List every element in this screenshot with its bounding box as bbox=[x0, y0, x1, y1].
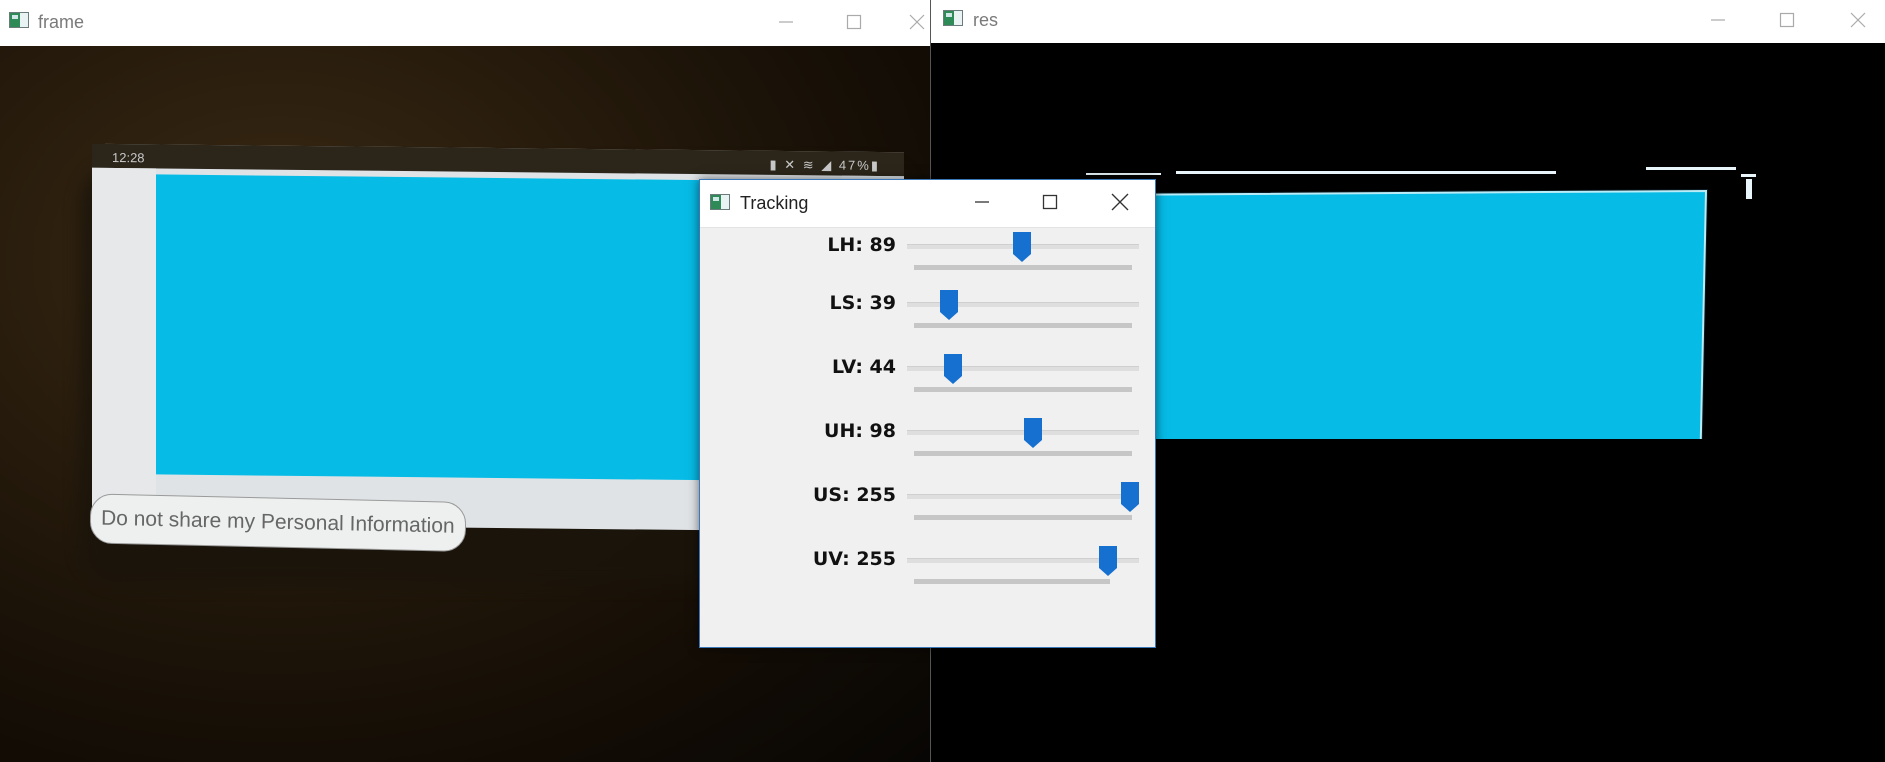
app-window-icon bbox=[9, 12, 29, 28]
trackbar-thumb[interactable] bbox=[1024, 418, 1043, 448]
close-icon[interactable] bbox=[1100, 184, 1140, 220]
trackbar-scale bbox=[914, 515, 1132, 520]
do-not-share-banner: Do not share my Personal Information bbox=[89, 493, 466, 552]
phone-time: 12:28 bbox=[112, 149, 145, 166]
trackbar-label: LS: 39 bbox=[829, 292, 896, 314]
phone-status-bar: 12:28 ▮ ✕ ≋ ◢ 47%▮ bbox=[92, 143, 904, 177]
trackbar-row: LV: 44 bbox=[700, 348, 1155, 412]
res-titlebar[interactable]: res bbox=[931, 0, 1885, 43]
phone-status-icons: ▮ ✕ ≋ ◢ 47%▮ bbox=[769, 156, 880, 174]
trackbar-label: UH: 98 bbox=[824, 420, 896, 442]
tracking-titlebar[interactable]: Tracking bbox=[700, 180, 1155, 228]
maximize-icon[interactable] bbox=[1030, 184, 1070, 220]
window-title: res bbox=[973, 10, 999, 30]
app-window-icon bbox=[943, 10, 963, 26]
window-title: Tracking bbox=[740, 193, 809, 213]
trackbar-track[interactable] bbox=[907, 430, 1139, 435]
minimize-icon[interactable] bbox=[962, 184, 1002, 220]
tracking-window[interactable]: Tracking LH: 89 LS: 39 LV: 44 UH: 98 US: 255… bbox=[699, 179, 1156, 648]
trackbar-row: UH: 98 bbox=[700, 412, 1155, 476]
trackbar-track[interactable] bbox=[907, 366, 1139, 371]
trackbar-label: UV: 255 bbox=[812, 548, 896, 570]
trackbar-row: LH: 89 bbox=[700, 226, 1155, 290]
trackbar-scale bbox=[914, 387, 1132, 392]
trackbar-label: LH: 89 bbox=[827, 234, 896, 256]
trackbar-scale bbox=[914, 579, 1110, 584]
minimize-icon[interactable] bbox=[1698, 2, 1738, 38]
frame-titlebar[interactable]: frame bbox=[0, 0, 930, 46]
trackbar-label: LV: 44 bbox=[832, 356, 896, 378]
trackbar-scale bbox=[914, 323, 1132, 328]
maximize-icon[interactable] bbox=[1767, 2, 1807, 38]
trackbar-track[interactable] bbox=[907, 494, 1139, 499]
phone-left-strip bbox=[92, 167, 156, 525]
window-title: frame bbox=[38, 12, 85, 32]
trackbar-thumb[interactable] bbox=[1099, 546, 1117, 576]
close-icon[interactable] bbox=[1838, 2, 1878, 38]
trackbar-row: UV: 255 bbox=[700, 540, 1155, 604]
trackbar-thumb[interactable] bbox=[1013, 232, 1032, 262]
trackbar-thumb[interactable] bbox=[943, 354, 962, 384]
maximize-icon[interactable] bbox=[834, 4, 874, 40]
cyan-mask-shape bbox=[1086, 167, 1756, 439]
close-icon[interactable] bbox=[904, 4, 930, 40]
trackbar-thumb[interactable] bbox=[1121, 482, 1139, 512]
trackbar-scale bbox=[914, 451, 1132, 456]
minimize-icon[interactable] bbox=[766, 4, 806, 40]
trackbar-row: US: 255 bbox=[700, 476, 1155, 540]
trackbar-scale bbox=[914, 265, 1132, 270]
trackbar-thumb[interactable] bbox=[939, 290, 958, 320]
trackbar-label: US: 255 bbox=[813, 484, 896, 506]
trackbar-row: LS: 39 bbox=[700, 284, 1155, 348]
app-window-icon bbox=[710, 194, 730, 210]
